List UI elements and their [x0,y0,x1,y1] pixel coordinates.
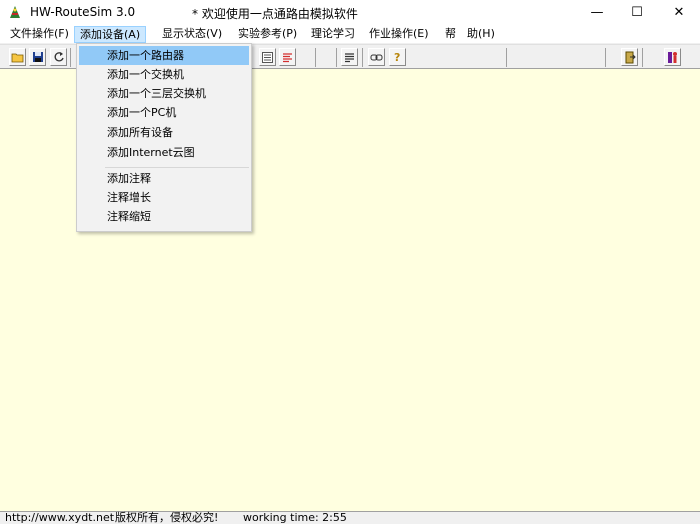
menu-separator [105,167,249,168]
toolbar-separator [70,48,71,67]
menu-note-grow[interactable]: 注释增长 [79,188,249,207]
open-folder-icon[interactable] [9,48,26,66]
status-copyright: 版权所有，侵权必究! [115,511,219,524]
save-icon[interactable] [29,48,46,66]
menu-lab-reference[interactable]: 实验参考(P) [233,26,302,43]
toolbar-slot [298,48,316,67]
menu-display-status[interactable]: 显示状态(V) [157,26,227,43]
menu-add-internet-cloud[interactable]: 添加Internet云图 [79,143,249,162]
status-bar: http://www.xydt.net 版权所有，侵权必究! working t… [0,511,700,524]
menu-add-note[interactable]: 添加注释 [79,169,249,188]
link-icon[interactable] [368,48,385,66]
menu-help[interactable]: 帮 助(H) [440,26,500,43]
exit-door-icon[interactable] [621,48,638,66]
menu-add-pc[interactable]: 添加一个PC机 [79,103,249,122]
app-icon [10,6,20,18]
maximize-button[interactable]: ☐ [614,0,660,24]
list-icon[interactable] [259,48,276,66]
user-exit-icon[interactable] [664,48,681,66]
welcome-message: * 欢迎使用一点通路由模拟软件 [192,7,358,21]
svg-text:?: ? [394,51,400,63]
menu-homework[interactable]: 作业操作(E) [364,26,434,43]
title-bar: HW-RouteSim 3.0 * 欢迎使用一点通路由模拟软件 — ☐ ✕ [0,0,700,24]
close-button[interactable]: ✕ [656,0,700,24]
status-working-time: working time: 2:55 [243,511,347,524]
refresh-icon[interactable] [50,48,67,66]
toolbar-separator [362,48,363,67]
toolbar-slot [409,48,507,67]
document-icon[interactable] [341,48,358,66]
toolbar-separator [642,48,643,67]
menu-note-shrink[interactable]: 注释缩短 [79,207,249,226]
help-icon[interactable]: ? [389,48,406,66]
red-list-icon[interactable] [279,48,296,66]
menu-add-all-devices[interactable]: 添加所有设备 [79,123,249,142]
menu-add-device[interactable]: 添加设备(A) [74,26,147,43]
add-device-dropdown: 添加一个路由器 添加一个交换机 添加一个三层交换机 添加一个PC机 添加所有设备… [76,43,252,232]
toolbar-slot [317,48,337,67]
menu-add-l3-switch[interactable]: 添加一个三层交换机 [79,84,249,103]
menu-theory[interactable]: 理论学习 [306,26,360,43]
menu-add-switch[interactable]: 添加一个交换机 [79,65,249,84]
menu-file[interactable]: 文件操作(F) [5,26,74,43]
menu-add-router[interactable]: 添加一个路由器 [79,46,249,65]
app-title: HW-RouteSim 3.0 [30,5,136,19]
status-url: http://www.xydt.net [5,511,115,524]
menu-bar: 文件操作(F) 添加设备(A) 显示状态(V) 实验参考(P) 理论学习 作业操… [0,24,700,44]
toolbar-slot [508,48,606,67]
